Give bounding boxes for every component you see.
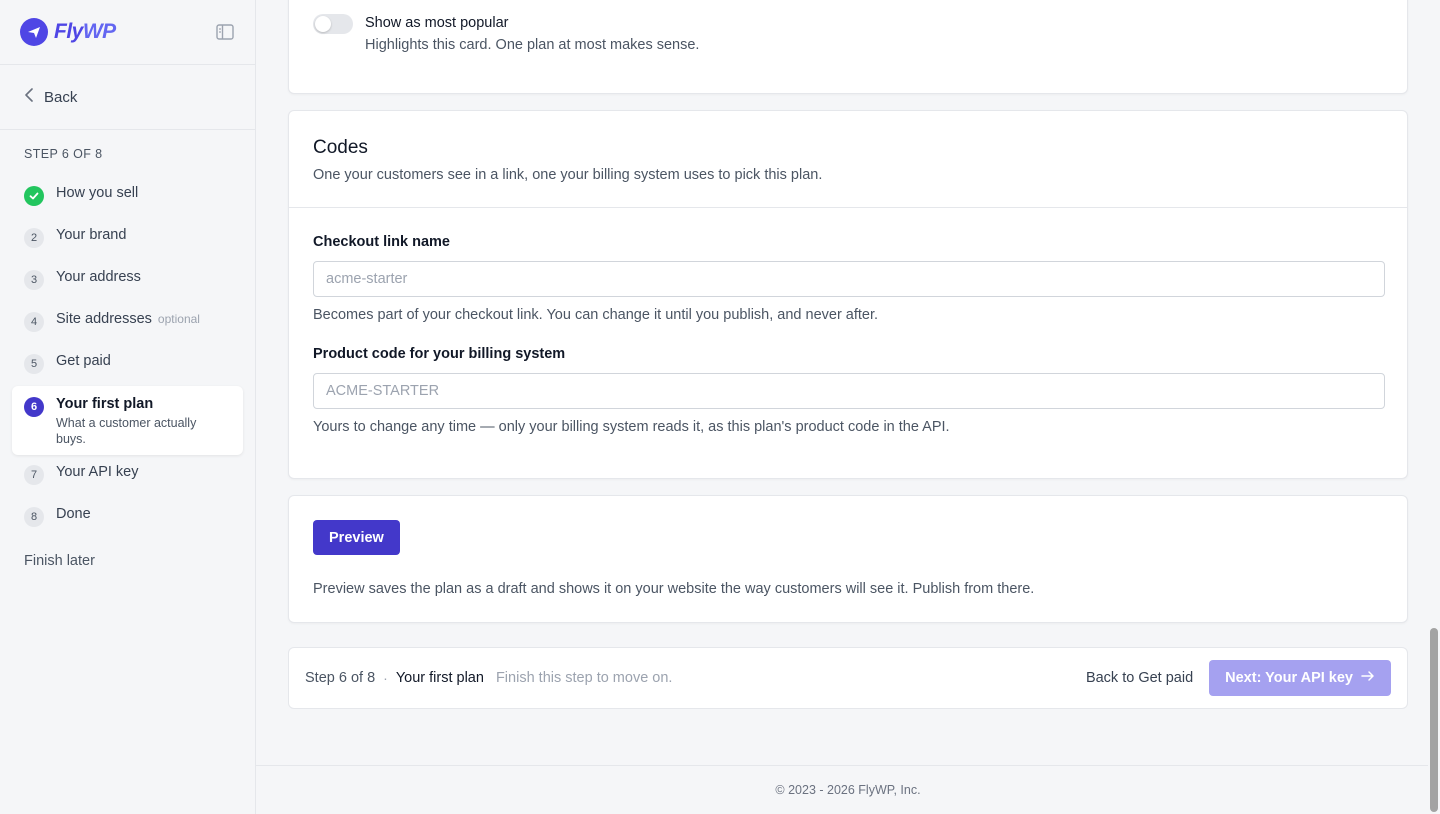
copyright-text: © 2023 - 2026 FlyWP, Inc. (775, 783, 921, 797)
check-icon (24, 186, 44, 206)
page-footer: © 2023 - 2026 FlyWP, Inc. (256, 765, 1440, 814)
product-code-field: Product code for your billing system ACM… (313, 346, 1385, 435)
back-link[interactable]: Back (0, 65, 255, 130)
step-title: How you sell (56, 185, 139, 201)
step-item-get-paid[interactable]: 5 Get paid (12, 344, 243, 386)
scrollbar-thumb[interactable] (1430, 628, 1438, 812)
checkout-link-field: Checkout link name acme-starter Becomes … (313, 234, 1385, 323)
paper-plane-icon (20, 18, 48, 46)
footer-hint: Finish this step to move on. (495, 670, 673, 686)
step-title: Your brand (56, 227, 127, 243)
step-item-site-addresses[interactable]: 4 Site addresses optional (12, 302, 243, 344)
step-item-your-first-plan[interactable]: 6 Your first plan What a customer actual… (12, 386, 243, 455)
most-popular-description: Highlights this card. One plan at most m… (365, 37, 700, 53)
preview-card: Preview Preview saves the plan as a draf… (288, 495, 1408, 623)
back-to-get-paid-button[interactable]: Back to Get paid (1086, 670, 1193, 686)
step-number: 3 (24, 270, 44, 290)
step-item-your-address[interactable]: 3 Your address (12, 260, 243, 302)
preview-button[interactable]: Preview (313, 520, 400, 555)
footer-separator: · (383, 670, 388, 686)
step-title: Your API key (56, 464, 139, 480)
preview-note: Preview saves the plan as a draft and sh… (313, 581, 1035, 597)
sidebar-collapse-icon[interactable] (215, 22, 235, 42)
checkout-link-input[interactable]: acme-starter (313, 261, 1385, 297)
step-item-done[interactable]: 8 Done (12, 497, 243, 539)
step-footer-bar: Step 6 of 8 · Your first plan Finish thi… (288, 647, 1408, 709)
step-item-your-api-key[interactable]: 7 Your API key (12, 455, 243, 497)
brand-header: FlyWP (0, 0, 255, 65)
step-item-your-brand[interactable]: 2 Your brand (12, 218, 243, 260)
flywp-logo[interactable]: FlyWP (20, 18, 116, 46)
most-popular-title: Show as most popular (365, 15, 509, 31)
footer-current-step: Your first plan (395, 670, 484, 686)
step-number: 8 (24, 507, 44, 527)
arrow-right-icon (1361, 670, 1375, 686)
product-code-label: Product code for your billing system (313, 346, 566, 362)
codes-title: Codes (313, 137, 368, 158)
chevron-left-icon (24, 88, 34, 106)
step-title: Site addresses optional (56, 311, 200, 327)
checkout-link-label: Checkout link name (313, 234, 450, 250)
next-step-button[interactable]: Next: Your API key (1209, 660, 1391, 696)
step-title: Your first plan (56, 396, 154, 412)
step-title: Your address (56, 269, 141, 285)
step-number: 5 (24, 354, 44, 374)
checkout-link-help: Becomes part of your checkout link. You … (313, 307, 879, 323)
step-title: Done (56, 506, 91, 522)
most-popular-toggle[interactable] (313, 14, 353, 34)
product-code-help: Yours to change any time — only your bil… (313, 419, 950, 435)
step-number: 6 (24, 397, 44, 417)
step-title: Get paid (56, 353, 111, 369)
main-content: Show as most popular Highlights this car… (256, 0, 1440, 814)
step-number: 4 (24, 312, 44, 332)
step-subtitle: What a customer actually buys. (56, 416, 197, 446)
finish-later-link[interactable]: Finish later (0, 539, 255, 583)
steps-nav: How you sell 2 Your brand 3 Your address… (0, 176, 255, 539)
next-step-label: Next: Your API key (1225, 670, 1353, 686)
step-item-how-you-sell[interactable]: How you sell (12, 176, 243, 218)
logo-text: FlyWP (54, 20, 116, 43)
codes-description: One your customers see in a link, one yo… (313, 167, 823, 183)
step-number: 7 (24, 465, 44, 485)
scrollbar[interactable] (1428, 0, 1440, 814)
back-label: Back (44, 88, 78, 106)
sidebar: FlyWP Back STEP 6 OF 8 How you sell 2 Yo… (0, 0, 256, 814)
optional-badge: optional (157, 312, 200, 326)
codes-header: Codes One your customers see in a link, … (289, 111, 1407, 208)
most-popular-card: Show as most popular Highlights this car… (288, 0, 1408, 94)
footer-step-count: Step 6 of 8 (305, 670, 376, 686)
product-code-input[interactable]: ACME-STARTER (313, 373, 1385, 409)
step-progress-label: STEP 6 OF 8 (24, 147, 103, 161)
codes-card: Codes One your customers see in a link, … (288, 110, 1408, 479)
step-number: 2 (24, 228, 44, 248)
